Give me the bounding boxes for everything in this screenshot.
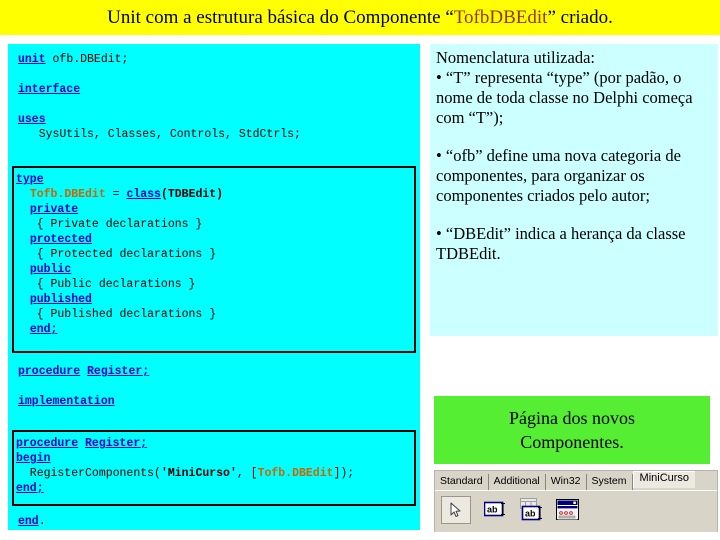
keyword-procedure-decl: procedure [18, 365, 81, 378]
form-window-icon [556, 499, 579, 520]
keyword-private: private [29, 203, 79, 216]
arrow-pointer-icon [450, 502, 461, 517]
procedure-name-decl: Register [87, 365, 143, 378]
semicolon-procedure-decl: ; [142, 365, 150, 378]
register-components-call: RegisterComponents( [16, 467, 161, 480]
class-name-declaration: Tofb.DBEdit [29, 188, 106, 201]
published-comment: { Published declarations } [16, 308, 217, 321]
svg-text:ab: ab [525, 509, 536, 519]
semicolon-end-impl: ; [36, 482, 44, 495]
equals-sign: = [105, 188, 127, 201]
procedure-name-impl: Register [85, 437, 141, 450]
palette-tool-edit[interactable]: ab [481, 496, 511, 524]
palette-tool-area: ab ab [435, 490, 717, 532]
palette-tab-additional[interactable]: Additional [488, 474, 546, 490]
keyword-interface: interface [18, 83, 81, 96]
page-title: Unit com a estrutura básica do Component… [107, 7, 613, 29]
period-end-unit: . [38, 515, 46, 528]
notes-bullet-ofb: • “ofb” define uma nova categoria de com… [436, 146, 681, 205]
keyword-public: public [29, 263, 72, 276]
green-box-line-1: Página dos novos [509, 408, 635, 428]
palette-tab-minicurso[interactable]: MiniCurso [632, 471, 696, 488]
palette-tool-arrow[interactable] [441, 496, 471, 524]
keyword-class: class [126, 188, 161, 201]
keyword-published: published [29, 293, 92, 306]
call-middle: , [ [236, 467, 258, 480]
palette-tab-strip: Standard Additional Win32 System MiniCur… [435, 471, 717, 490]
title-suffix: ” criado. [547, 6, 613, 28]
keyword-unit: unit [18, 53, 46, 66]
delphi-component-palette: Standard Additional Win32 System MiniCur… [434, 470, 718, 532]
code-procedure-decl-block: procedure Register; implementation [18, 364, 149, 409]
palette-tab-system[interactable]: System [586, 474, 633, 490]
private-comment: { Private declarations } [16, 218, 203, 231]
keyword-protected: protected [29, 233, 92, 246]
semicolon-procedure-impl: ; [140, 437, 148, 450]
code-unit-block: unit ofb.DBEdit; interface uses SysUtils… [18, 52, 301, 142]
public-comment: { Public declarations } [16, 278, 196, 291]
uses-list: SysUtils, Classes, Controls, StdCtrls; [18, 128, 301, 141]
protected-comment: { Protected declarations } [16, 248, 217, 261]
slide-root: Unit com a estrutura básica do Component… [0, 0, 720, 540]
notes-bullet-dbedit: • “DBEdit” indica a herança da classe TD… [436, 224, 686, 263]
keyword-procedure-impl: procedure [16, 437, 79, 450]
notes-spacer-2 [436, 206, 712, 224]
class-reference: Tofb.DBEdit [257, 467, 334, 480]
parent-class: (TDBEdit) [160, 188, 224, 201]
svg-text:ab: ab [487, 505, 498, 515]
palette-page-string: 'MiniCurso' [160, 467, 237, 480]
green-box-line-2: Componentes. [520, 432, 624, 452]
palette-tab-win32[interactable]: Win32 [545, 474, 587, 490]
palette-tool-masked-edit[interactable]: ab [517, 496, 547, 524]
keyword-type: type [16, 173, 44, 186]
code-implementation-block: procedure Register; begin RegisterCompon… [12, 430, 416, 506]
title-prefix: Unit com a estrutura básica do Component… [107, 6, 454, 28]
code-final-end-block: end. [18, 514, 46, 529]
title-accent-component-name: TofbDBEdit [453, 6, 548, 28]
keyword-end-unit: end [18, 515, 39, 528]
keyword-end-type: end [29, 323, 51, 336]
palette-tab-standard[interactable]: Standard [435, 474, 489, 490]
keyword-implementation: implementation [18, 395, 115, 408]
notes-panel: Nomenclatura utilizada: • “T” representa… [430, 44, 718, 336]
semicolon-end-type: ; [50, 323, 58, 336]
keyword-begin: begin [16, 452, 51, 465]
notes-spacer-1 [436, 128, 712, 146]
code-panel: unit ofb.DBEdit; interface uses SysUtils… [8, 44, 420, 530]
masked-edit-icon: ab [520, 498, 542, 521]
edit-box-icon: ab [484, 501, 505, 517]
notes-bullet-t: • “T” representa “type” (por padão, o no… [436, 68, 693, 127]
keyword-end-impl: end [16, 482, 37, 495]
notes-heading: Nomenclatura utilizada: [436, 48, 595, 67]
unit-name: ofb.DBEdit; [45, 53, 129, 66]
code-type-block: type Tofb.DBEdit = class(TDBEdit) privat… [12, 166, 416, 353]
keyword-uses: uses [18, 113, 46, 126]
call-suffix: ]); [333, 467, 355, 480]
slide-title-bar: Unit com a estrutura básica do Component… [0, 0, 720, 35]
green-callout-box: Página dos novos Componentes. [434, 396, 710, 464]
palette-tool-form[interactable] [553, 496, 583, 524]
